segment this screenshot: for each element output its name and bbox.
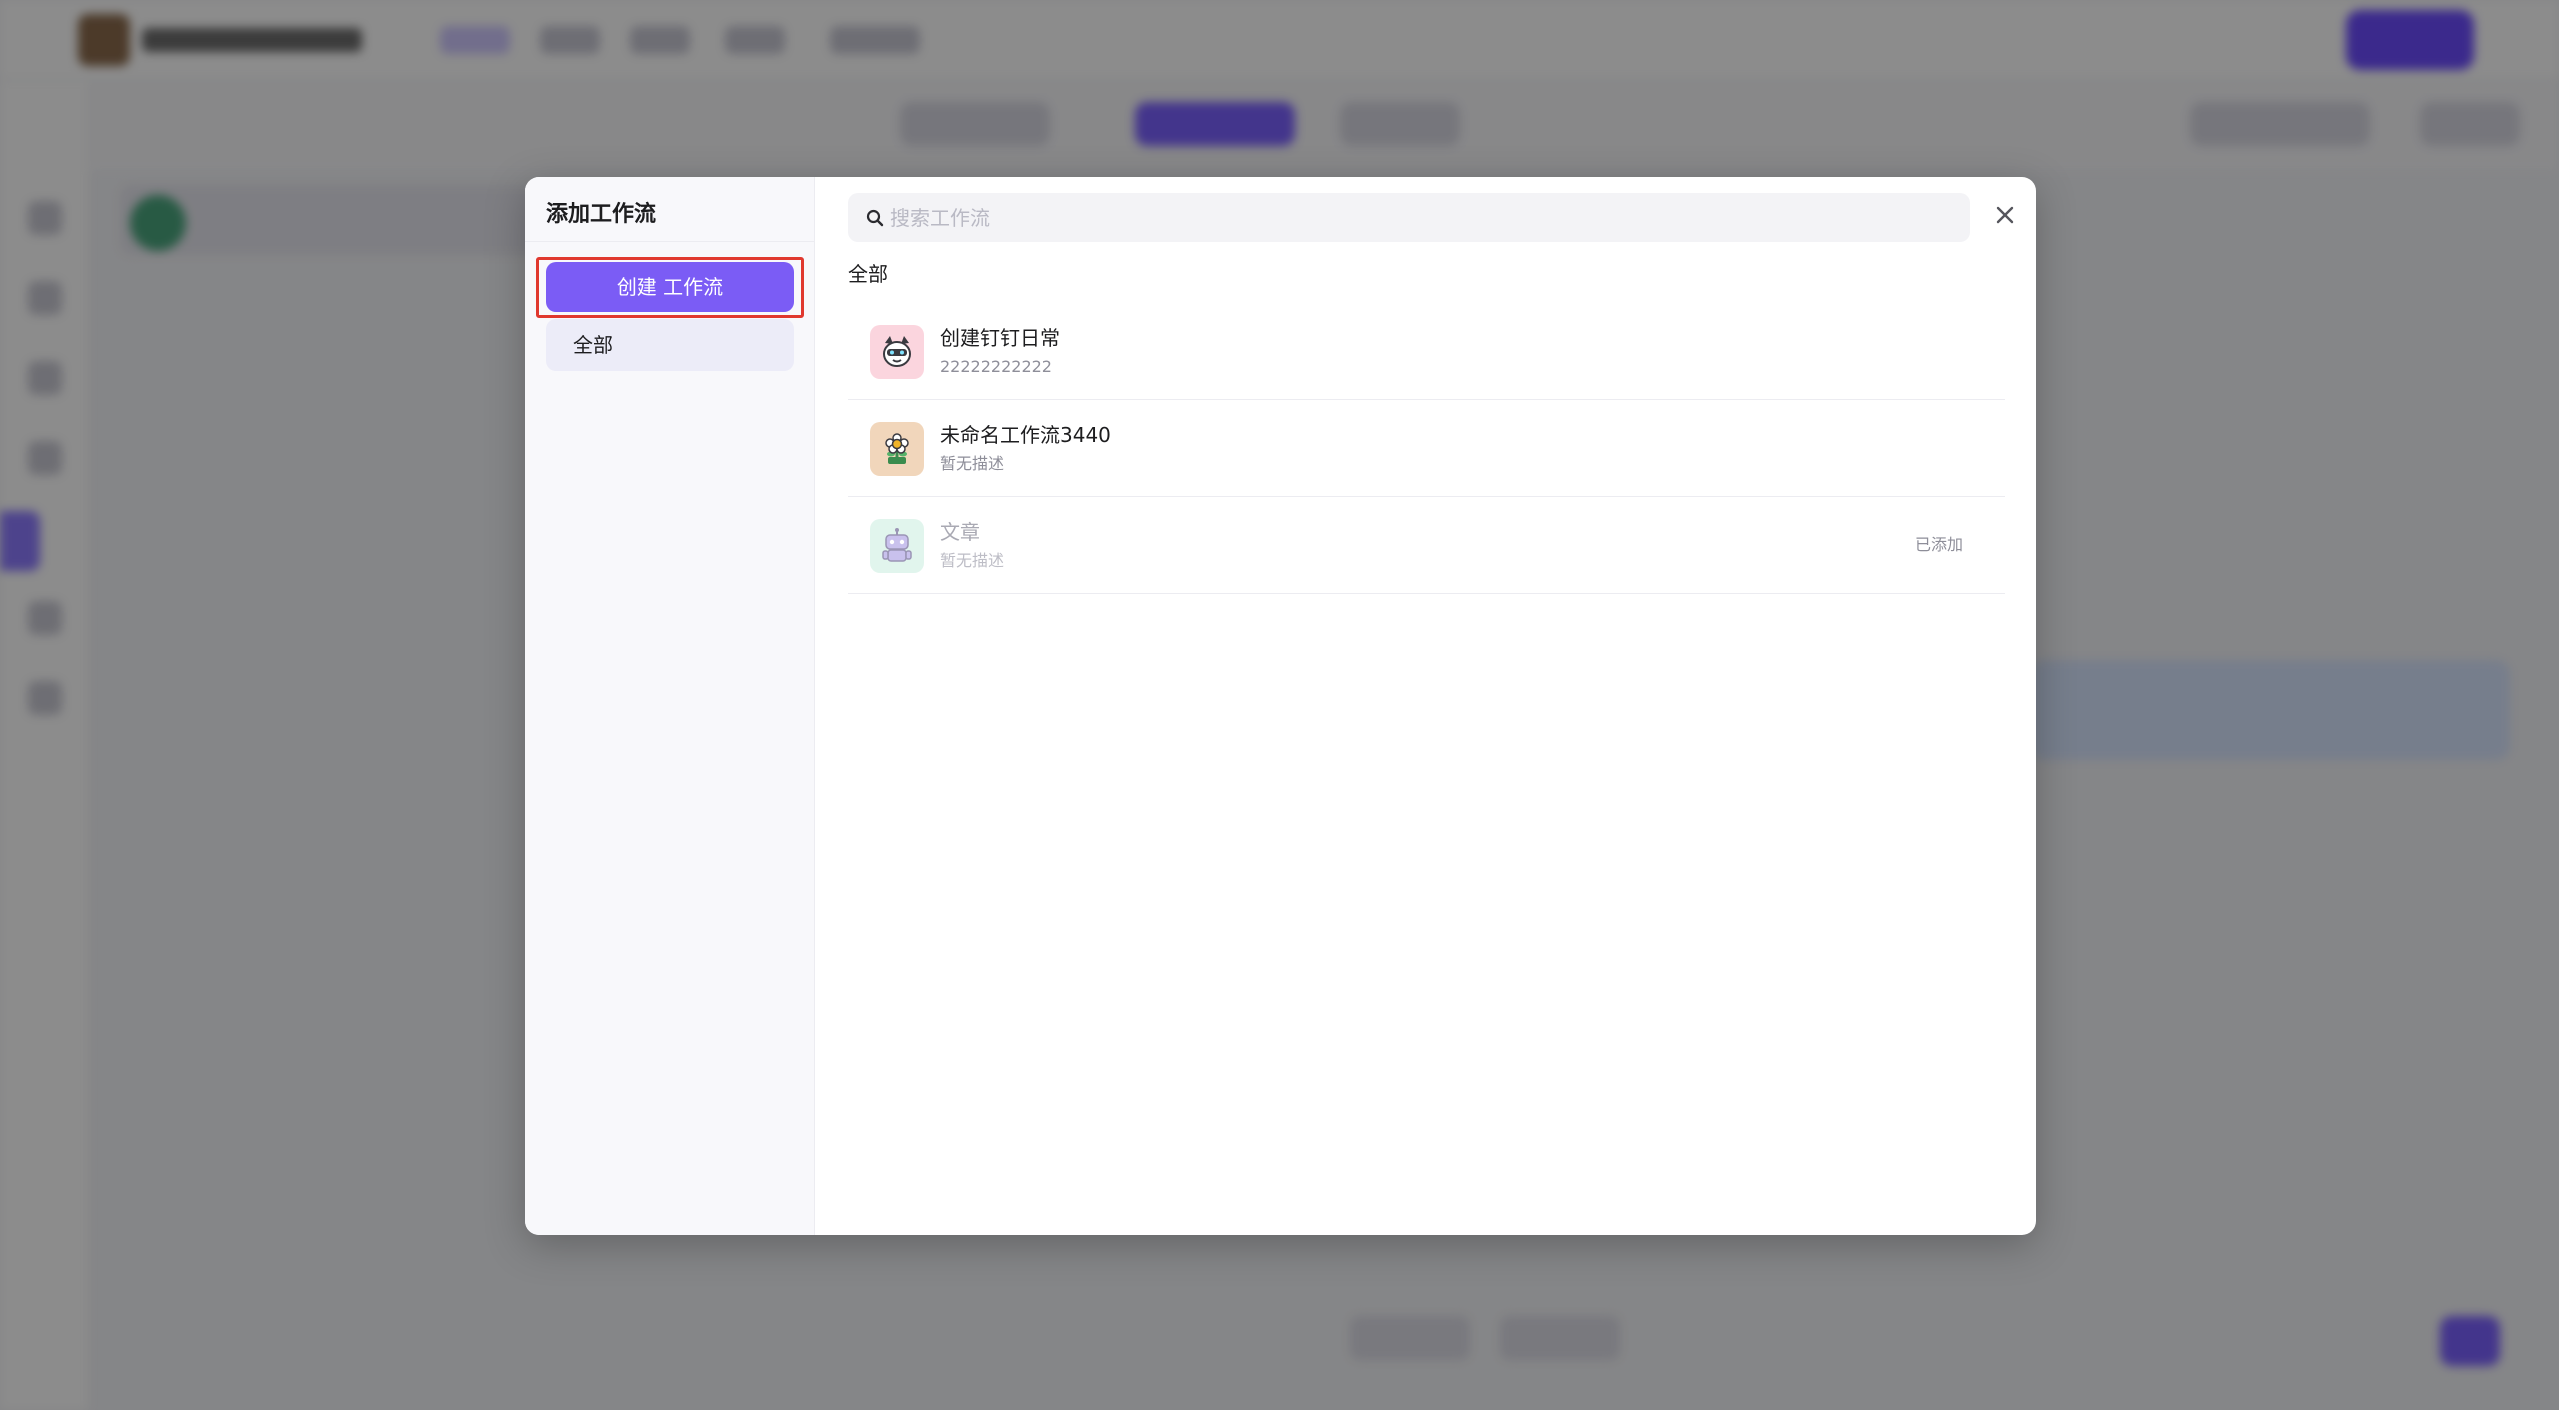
- flower-icon: [870, 422, 924, 476]
- create-workflow-button[interactable]: 创建 工作流: [546, 262, 794, 312]
- divider: [525, 241, 815, 242]
- workflow-description: 暂无描述: [940, 551, 1005, 570]
- search-box: [848, 193, 1970, 242]
- modal-title: 添加工作流: [546, 202, 657, 227]
- workflow-description: 暂无描述: [940, 454, 1005, 473]
- workflow-name: 未命名工作流3440: [940, 423, 1111, 447]
- workflow-name: 文章: [940, 520, 980, 544]
- cat-mascot-icon: [870, 325, 924, 379]
- robot-icon: [870, 519, 924, 573]
- category-item-all[interactable]: 全部: [546, 319, 794, 371]
- section-title: 全部: [848, 262, 888, 286]
- search-input[interactable]: [890, 193, 1950, 242]
- close-button[interactable]: [1987, 197, 2023, 233]
- modal-sidebar: 添加工作流 创建 工作流 全部: [525, 177, 815, 1235]
- added-status-label: 已添加: [1914, 535, 1963, 554]
- search-icon: [866, 209, 884, 227]
- workflow-list: 创建钉钉日常 22222222222 未命名工作流3440 暂无描述 文章 暂无…: [848, 303, 2005, 594]
- workflow-item[interactable]: 未命名工作流3440 暂无描述: [848, 400, 2005, 497]
- category-item-label: 全部: [573, 333, 613, 357]
- workflow-description: 22222222222: [940, 357, 1052, 376]
- workflow-name: 创建钉钉日常: [940, 326, 1060, 350]
- close-icon: [1996, 206, 2014, 224]
- workflow-item[interactable]: 创建钉钉日常 22222222222: [848, 303, 2005, 400]
- workflow-item: 文章 暂无描述 已添加: [848, 497, 2005, 594]
- add-workflow-modal: 添加工作流 创建 工作流 全部 全部: [525, 177, 2036, 1235]
